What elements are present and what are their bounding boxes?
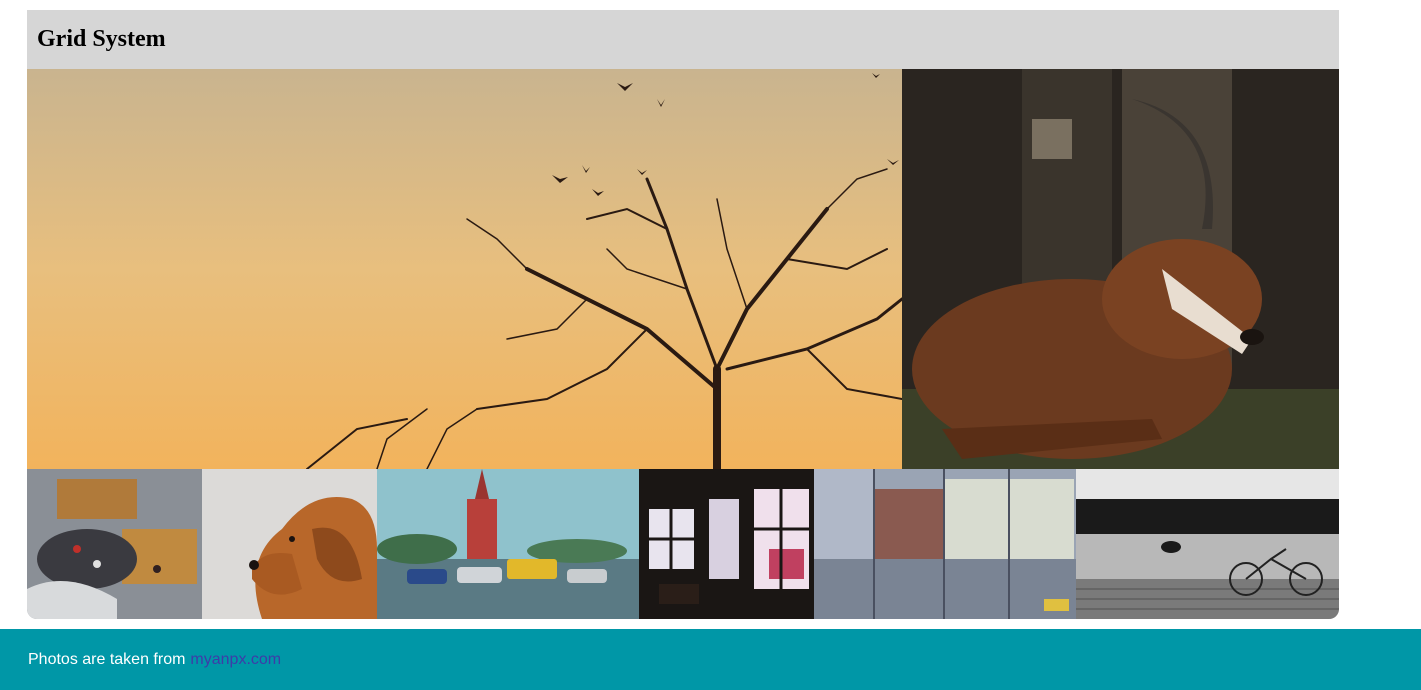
footer-text: Photos are taken from bbox=[28, 650, 186, 668]
page-header: Grid System bbox=[27, 10, 1339, 69]
main-container: Grid System bbox=[27, 10, 1339, 619]
photo-ship-bicycle[interactable] bbox=[1076, 469, 1339, 619]
photo-glass-reflection[interactable] bbox=[814, 469, 1076, 619]
photo-sunset-tree[interactable] bbox=[27, 69, 902, 469]
footer-source-link[interactable]: myanpx.com bbox=[190, 651, 281, 669]
photo-cafe-window[interactable] bbox=[639, 469, 814, 619]
photo-mall-food-court[interactable] bbox=[27, 469, 202, 619]
photo-antelope[interactable] bbox=[902, 69, 1339, 469]
page-footer: Photos are taken from myanpx.com bbox=[0, 629, 1421, 690]
photo-golden-dog[interactable] bbox=[202, 469, 377, 619]
photo-grid bbox=[27, 69, 1339, 619]
page-title: Grid System bbox=[37, 26, 166, 52]
photo-city-street[interactable] bbox=[377, 469, 639, 619]
